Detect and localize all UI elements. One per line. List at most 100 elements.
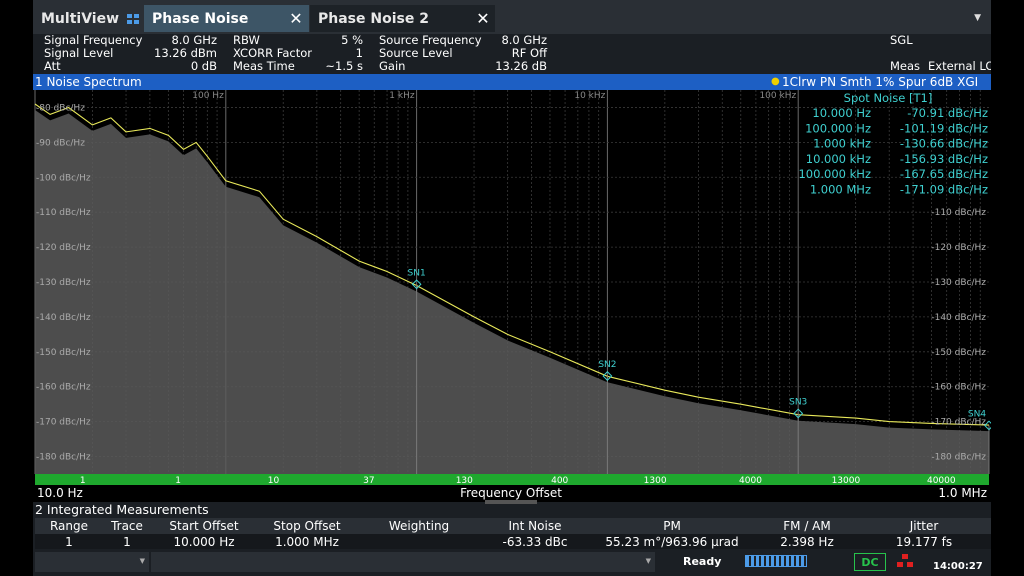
cell-int-noise: -63.33 dBc	[502, 535, 568, 549]
decade-label: 1 kHz	[389, 91, 415, 101]
chevron-down-icon: ▼	[139, 557, 145, 565]
green-bar-label: 40000	[927, 476, 956, 486]
trace-dot-icon: ●	[771, 76, 780, 87]
spot-noise-value: -171.09 dBc/Hz	[900, 183, 988, 197]
tab-phase-noise-2[interactable]: Phase Noise 2	[310, 5, 495, 32]
col-trace: Trace	[111, 519, 143, 533]
clock: 14:00:27	[933, 561, 983, 572]
y-tick-label: -170 dBc/Hz	[36, 418, 91, 428]
green-bar-label: 400	[551, 476, 568, 486]
spot-noise-offset: 1.000 MHz	[810, 183, 871, 197]
tab-label: Phase Noise 2	[318, 10, 429, 27]
green-bar-label: 1300	[644, 476, 667, 486]
spot-noise-offset: 10.000 Hz	[812, 106, 871, 120]
integrated-title-bar: 2 Integrated Measurements	[33, 500, 991, 518]
close-tab-phase-noise-icon[interactable]: ✕	[283, 5, 309, 32]
table-row[interactable]: 1 1 10.000 Hz 1.000 MHz -63.33 dBc 55.23…	[35, 534, 991, 549]
param-value: 0 dB	[190, 59, 217, 73]
y-tick-label: -160 dBc/Hz	[36, 383, 91, 393]
cell-fm-am: 2.398 Hz	[780, 535, 834, 549]
col-pm: PM	[663, 519, 681, 533]
y-tick-label: -140 dBc/Hz	[36, 313, 91, 323]
diagram-title: 1 Noise Spectrum	[35, 75, 142, 89]
spot-noise-value: -101.19 dBc/Hz	[900, 121, 988, 135]
y-tick-label-right: -180 dBc/Hz	[931, 453, 986, 463]
marker-label: SN4	[968, 409, 986, 419]
meas-label: Meas	[890, 59, 921, 73]
dc-coupling-badge[interactable]: DC	[854, 553, 886, 571]
col-stop-offset: Stop Offset	[273, 519, 341, 533]
chevron-down-icon[interactable]: ▼	[974, 13, 981, 23]
spot-noise-value: -167.65 dBc/Hz	[900, 167, 988, 181]
y-tick-label-right: -110 dBc/Hz	[931, 208, 986, 218]
col-start-offset: Start Offset	[169, 519, 239, 533]
green-bar-label: 4000	[739, 476, 762, 486]
y-tick-label: -100 dBc/Hz	[36, 173, 91, 183]
chevron-down-icon: ▼	[645, 557, 651, 565]
y-tick-label-right: -160 dBc/Hz	[931, 383, 986, 393]
green-bar-label: 37	[363, 476, 374, 486]
status-ready: Ready	[683, 555, 722, 568]
cell-start-offset: 10.000 Hz	[173, 535, 235, 549]
col-range: Range	[49, 519, 89, 533]
sgl-indicator: SGL	[890, 33, 913, 47]
y-tick-label: -110 dBc/Hz	[36, 208, 91, 218]
trace-info: 1Clrw PN Smth 1% Spur 6dB XGI	[782, 75, 979, 89]
y-tick-label: -80 dBc/Hz	[36, 103, 85, 113]
tab-multiview[interactable]: MultiView	[33, 5, 143, 32]
tab-label: MultiView	[41, 10, 120, 27]
col-int-noise: Int Noise	[508, 519, 562, 533]
spot-noise-title: Spot Noise [T1]	[844, 91, 933, 105]
y-tick-label: -120 dBc/Hz	[36, 243, 91, 253]
meas-value: External LO	[928, 59, 991, 73]
multiview-grid-icon	[127, 13, 140, 24]
integrated-title: 2 Integrated Measurements	[35, 502, 209, 517]
close-tab-phase-noise-2-icon[interactable]: ✕	[470, 5, 496, 32]
cell-stop-offset: 1.000 MHz	[275, 535, 339, 549]
y-tick-label-right: -130 dBc/Hz	[931, 278, 986, 288]
y-tick-label-right: -150 dBc/Hz	[931, 348, 986, 358]
status-dropdown-left[interactable]: ▼	[35, 552, 149, 572]
y-tick-label-right: -140 dBc/Hz	[931, 313, 986, 323]
green-bar-label: 1	[175, 476, 181, 486]
x-stop-label: 1.0 MHz	[938, 486, 987, 500]
x-start-label: 10.0 Hz	[37, 486, 83, 500]
marker-label: SN1	[408, 268, 426, 278]
splitter-handle[interactable]	[485, 500, 537, 504]
col-fm-am: FM / AM	[783, 519, 831, 533]
green-bar-label: 1	[80, 476, 86, 486]
param-label: Att	[44, 59, 61, 73]
col-jitter: Jitter	[909, 519, 939, 533]
green-bar-label: 10	[268, 476, 280, 486]
cell-trace: 1	[123, 535, 131, 549]
decade-label: 100 kHz	[759, 91, 796, 101]
marker-label: SN3	[789, 397, 807, 407]
tab-bar: MultiView Phase Noise ✕ Phase Noise 2 ✕ …	[33, 0, 991, 34]
spot-noise-value: -130.66 dBc/Hz	[900, 137, 988, 151]
app-window: MultiView Phase Noise ✕ Phase Noise 2 ✕ …	[33, 0, 991, 576]
y-tick-label: -90 dBc/Hz	[36, 138, 85, 148]
progress-indicator	[745, 555, 807, 567]
spot-noise-value: -70.91 dBc/Hz	[907, 106, 988, 120]
y-tick-label: -180 dBc/Hz	[36, 453, 91, 463]
cell-range: 1	[65, 535, 73, 549]
network-icon	[897, 554, 913, 568]
diagram-title-bar: 1 Noise Spectrum ● 1Clrw PN Smth 1% Spur…	[33, 74, 991, 90]
y-tick-label: -150 dBc/Hz	[36, 348, 91, 358]
status-dropdown-main[interactable]: ▼	[151, 552, 655, 572]
param-value: 13.26 dB	[495, 59, 547, 73]
spot-noise-offset: 100.000 Hz	[805, 121, 871, 135]
green-bar-label: 130	[456, 476, 473, 486]
param-value: ~1.5 s	[325, 59, 363, 73]
marker-label: SN2	[598, 360, 616, 370]
col-weighting: Weighting	[388, 519, 450, 533]
spot-noise-offset: 1.000 kHz	[813, 137, 871, 151]
status-bar: ▼ ▼ Ready DC 14:00:27	[33, 550, 991, 576]
integrated-header: Range Trace Start Offset Stop Offset Wei…	[35, 518, 991, 534]
decade-label: 100 Hz	[192, 91, 224, 101]
decade-label: 10 kHz	[574, 91, 605, 101]
spot-noise-offset: 100.000 kHz	[798, 167, 871, 181]
noise-spectrum-plot[interactable]: 100 Hz 1 kHz 10 kHz 100 kHz -80 dBc/Hz -90 d…	[33, 90, 991, 502]
tab-label: Phase Noise	[152, 10, 249, 27]
green-bar-label: 13000	[832, 476, 861, 486]
